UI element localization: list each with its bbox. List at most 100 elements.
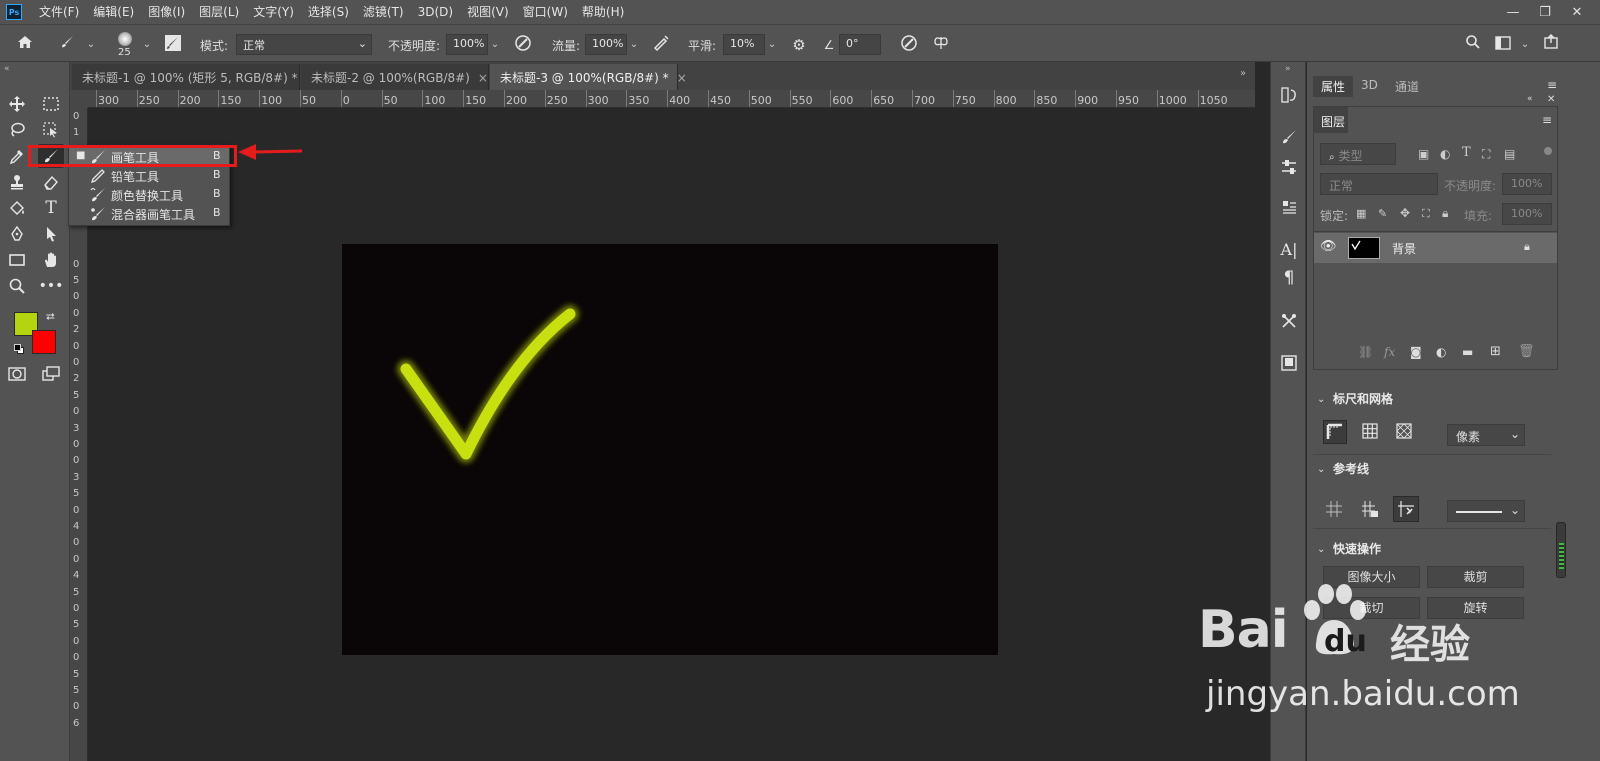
chevron-down-icon[interactable]: ⌄ [1518, 34, 1532, 55]
menu-view[interactable]: 视图(V) [460, 0, 516, 24]
tool-presets-icon[interactable] [1279, 312, 1299, 332]
menu-edit[interactable]: 编辑(E) [86, 0, 141, 24]
flyout-item-brush[interactable]: ■ 画笔工具 B [69, 147, 229, 166]
default-colors-icon[interactable] [14, 344, 24, 354]
link-icon[interactable]: ⛓ [1358, 345, 1373, 359]
workspace-icon[interactable] [1492, 34, 1514, 56]
layer-row-background[interactable]: 👁︎ 背景 🔒︎ [1314, 233, 1557, 263]
layers-tab[interactable]: 图层 [1321, 113, 1345, 130]
marquee-tool-icon[interactable] [38, 92, 64, 116]
chevron-down-icon[interactable]: ⌄ [140, 34, 154, 55]
document-canvas[interactable] [342, 244, 998, 655]
eyedropper-tool-icon[interactable] [4, 144, 30, 168]
pressure-opacity-icon[interactable] [512, 34, 534, 56]
flyout-item-mixer-brush[interactable]: 混合器画笔工具 B [69, 204, 229, 223]
menu-3d[interactable]: 3D(D) [411, 0, 460, 24]
smart-guides-button[interactable] [1393, 496, 1419, 522]
rectangle-tool-icon[interactable] [4, 248, 30, 272]
paragraph-panel-icon[interactable]: ¶ [1279, 268, 1299, 288]
horizontal-ruler[interactable]: 300 250 200 150 100 50 0 50 100 150 200 250 300 350 40… [88, 90, 1255, 108]
fill-input[interactable]: 100% [1502, 203, 1552, 225]
search-icon[interactable] [1462, 34, 1484, 56]
smart-object-filter-icon[interactable]: ▤ [1504, 147, 1515, 161]
collapse-icon[interactable]: « [1527, 94, 1533, 104]
panel-menu-icon[interactable]: ≡ [1542, 113, 1552, 127]
menu-image[interactable]: 图像(I) [141, 0, 192, 24]
scroll-thumb[interactable] [1556, 522, 1566, 578]
lasso-tool-icon[interactable] [4, 118, 30, 142]
paint-bucket-tool-icon[interactable] [4, 196, 30, 220]
guide-style-select[interactable]: ⌄ [1447, 500, 1525, 522]
blend-mode-select[interactable]: 正常 [1320, 173, 1438, 195]
mode-select[interactable]: 正常 ⌄ [236, 34, 372, 55]
close-icon[interactable]: × [478, 71, 488, 85]
menu-window[interactable]: 窗口(W) [516, 0, 575, 24]
flow-input[interactable]: 100% [585, 34, 627, 55]
home-icon[interactable] [14, 34, 36, 56]
layer-filter-select[interactable]: ⌕ 类型 [1320, 143, 1396, 165]
background-color-swatch[interactable] [32, 330, 56, 354]
menu-filter[interactable]: 滤镜(T) [356, 0, 411, 24]
symmetry-icon[interactable] [930, 34, 952, 56]
layer-opacity-input[interactable]: 100% [1502, 173, 1552, 195]
lock-position-icon[interactable]: ✥ [1400, 206, 1410, 220]
chevron-down-icon[interactable]: ⌄ [765, 34, 779, 55]
swap-colors-icon[interactable]: ⮂ [46, 310, 55, 324]
toggle-guides-button[interactable] [1323, 498, 1347, 522]
screen-mode-icon[interactable] [38, 362, 64, 386]
menu-type[interactable]: 文字(Y) [246, 0, 301, 24]
crop-button[interactable]: 裁剪 [1427, 566, 1524, 588]
tab-document-2[interactable]: 未标题-2 @ 100%(RGB/8#) × [301, 64, 489, 90]
expand-icon[interactable]: » [1285, 64, 1291, 74]
chevron-down-icon[interactable]: ⌄ [84, 34, 98, 55]
lock-guides-button[interactable] [1359, 498, 1383, 522]
new-group-icon[interactable]: ▬ [1462, 345, 1473, 359]
chevron-down-icon[interactable]: ⌄ [1317, 544, 1325, 555]
close-button[interactable]: ✕ [1568, 5, 1586, 20]
panel-scrollbar[interactable] [1556, 62, 1600, 761]
visibility-eye-icon[interactable]: 👁︎ [1320, 239, 1337, 254]
chevron-down-icon[interactable]: ⌄ [488, 34, 502, 55]
add-mask-icon[interactable]: ◙ [1410, 345, 1422, 359]
opacity-input[interactable]: 100% [446, 34, 488, 55]
angle-input[interactable]: 0° [839, 34, 881, 55]
stamp-tool-icon[interactable] [4, 170, 30, 194]
trash-icon[interactable]: 🗑︎ [1518, 344, 1535, 359]
filter-toggle-icon[interactable] [1544, 147, 1552, 155]
toggle-pixel-grid-button[interactable] [1393, 420, 1417, 444]
type-filter-icon[interactable]: T [1462, 145, 1471, 160]
chevron-down-icon[interactable]: ⌄ [1317, 394, 1325, 405]
shape-filter-icon[interactable]: ⛶ [1482, 147, 1490, 162]
hand-tool-icon[interactable] [38, 248, 64, 272]
zoom-tool-icon[interactable] [4, 274, 30, 298]
lock-all-icon[interactable]: 🔒︎ [1442, 206, 1448, 221]
gear-icon[interactable]: ⚙ [788, 34, 810, 56]
adjustment-layer-icon[interactable]: ◐ [1436, 345, 1446, 359]
eraser-tool-icon[interactable] [38, 170, 64, 194]
brush-tool-icon[interactable] [38, 144, 64, 168]
trim-button[interactable]: 裁切 [1323, 597, 1420, 619]
toggle-grid-button[interactable] [1359, 420, 1383, 444]
brush-size-picker[interactable]: 25 [110, 30, 140, 60]
tab-3d[interactable]: 3D [1353, 76, 1386, 94]
lock-transparent-icon[interactable]: ▦ [1356, 207, 1366, 220]
smoothing-input[interactable]: 10% [723, 34, 765, 55]
close-icon[interactable]: ✕ [1547, 94, 1555, 105]
share-icon[interactable] [1540, 34, 1562, 56]
quick-mask-icon[interactable] [4, 362, 30, 386]
new-layer-icon[interactable]: ⊞ [1490, 344, 1501, 359]
tab-document-3[interactable]: 未标题-3 @ 100%(RGB/8#) * × [490, 64, 687, 90]
chevron-down-icon[interactable]: ⌄ [1317, 464, 1325, 475]
image-size-button[interactable]: 图像大小 [1323, 566, 1420, 588]
lock-artboard-icon[interactable]: ⛶ [1422, 207, 1430, 221]
lock-pixels-icon[interactable]: ✎ [1378, 207, 1387, 220]
minimize-button[interactable]: — [1504, 5, 1522, 20]
rotate-button[interactable]: 旋转 [1427, 597, 1524, 619]
object-select-tool-icon[interactable] [38, 118, 64, 142]
fx-icon[interactable]: fx [1384, 345, 1395, 359]
move-tool-icon[interactable] [4, 92, 30, 116]
pressure-size-icon[interactable] [898, 34, 920, 56]
panel-menu-icon[interactable]: ≡ [1547, 78, 1557, 92]
type-tool-icon[interactable]: T [38, 196, 64, 220]
tab-channels[interactable]: 通道 [1387, 76, 1427, 97]
